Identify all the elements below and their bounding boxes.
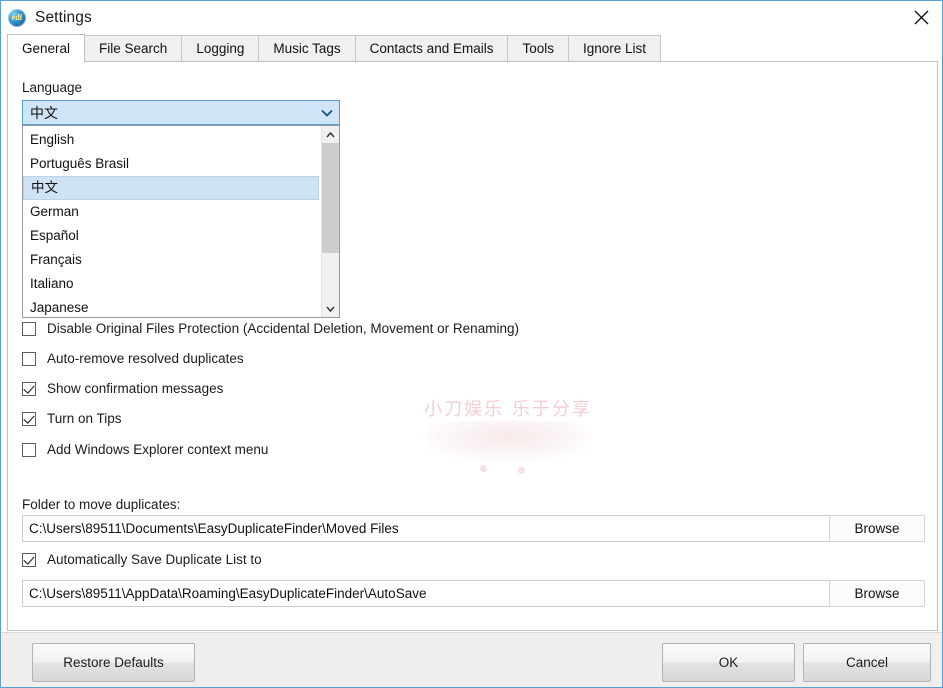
list-item[interactable]: Français xyxy=(23,248,321,272)
tab-music-tags[interactable]: Music Tags xyxy=(258,35,355,62)
footer-bar: Restore Defaults OK Cancel xyxy=(2,632,943,688)
watermark-text: 小刀娱乐 乐于分享 xyxy=(408,395,608,421)
watermark: 小刀娱乐 乐于分享 xyxy=(408,387,608,477)
checkbox-show-confirmation-messages[interactable]: Show confirmation messages xyxy=(22,381,223,396)
checkbox-label: Auto-remove resolved duplicates xyxy=(47,351,244,366)
checkbox-label: Show confirmation messages xyxy=(47,381,223,396)
scrollbar-thumb[interactable] xyxy=(322,143,339,253)
checkbox-box xyxy=(22,443,36,457)
tab-logging[interactable]: Logging xyxy=(181,35,259,62)
watermark-dot xyxy=(480,465,487,472)
checkbox-box xyxy=(22,352,36,366)
list-item-selected[interactable]: 中文 xyxy=(23,176,319,200)
watermark-graphic xyxy=(426,421,591,461)
checkbox-disable-original-files-protection[interactable]: Disable Original Files Protection (Accid… xyxy=(22,321,519,336)
list-item[interactable]: Italiano xyxy=(23,272,321,296)
move-folder-input[interactable]: C:\Users\89511\Documents\EasyDuplicateFi… xyxy=(22,515,925,542)
edf-logo-icon: edf xyxy=(8,9,26,27)
move-folder-browse-button[interactable]: Browse xyxy=(829,515,925,542)
scroll-up-icon[interactable] xyxy=(322,126,339,143)
autosave-browse-button[interactable]: Browse xyxy=(829,580,925,607)
tab-tools[interactable]: Tools xyxy=(507,35,569,62)
language-dropdown-list[interactable]: English Português Brasil 中文 German Españ… xyxy=(22,125,340,318)
chevron-down-icon xyxy=(315,109,339,117)
list-item[interactable]: Português Brasil xyxy=(23,152,321,176)
checkbox-add-windows-explorer-context-menu[interactable]: Add Windows Explorer context menu xyxy=(22,442,268,457)
list-item[interactable]: Español xyxy=(23,224,321,248)
tab-general[interactable]: General xyxy=(7,34,85,62)
list-item[interactable]: English xyxy=(23,128,321,152)
list-item[interactable]: Japanese xyxy=(23,296,321,318)
checkbox-box xyxy=(22,382,36,396)
checkbox-automatically-save-duplicate-list[interactable]: Automatically Save Duplicate List to xyxy=(22,552,262,567)
settings-window: edf Settings General File Search Logging… xyxy=(0,0,943,688)
tab-strip: General File Search Logging Music Tags C… xyxy=(1,34,943,62)
checkbox-box xyxy=(22,412,36,426)
checkbox-auto-remove-resolved-duplicates[interactable]: Auto-remove resolved duplicates xyxy=(22,351,244,366)
dropdown-scrollbar[interactable] xyxy=(321,126,339,317)
move-folder-label: Folder to move duplicates: xyxy=(22,497,180,512)
ok-button[interactable]: OK xyxy=(662,643,795,682)
checkbox-label: Turn on Tips xyxy=(47,411,122,426)
cancel-button[interactable]: Cancel xyxy=(803,643,931,682)
window-title: Settings xyxy=(35,9,92,27)
close-icon[interactable] xyxy=(898,1,943,33)
title-bar: edf Settings xyxy=(1,1,943,34)
autosave-path-input[interactable]: C:\Users\89511\AppData\Roaming\EasyDupli… xyxy=(22,580,925,607)
list-item[interactable]: German xyxy=(23,200,321,224)
checkbox-turn-on-tips[interactable]: Turn on Tips xyxy=(22,411,122,426)
language-combobox-value: 中文 xyxy=(23,103,315,123)
tab-file-search[interactable]: File Search xyxy=(84,35,182,62)
language-combobox[interactable]: 中文 xyxy=(22,100,340,125)
language-label: Language xyxy=(22,80,82,95)
tab-ignore-list[interactable]: Ignore List xyxy=(568,35,661,62)
checkbox-box xyxy=(22,553,36,567)
general-tab-panel: Language 中文 English Português Brasil 中文 … xyxy=(7,61,938,631)
scroll-down-icon[interactable] xyxy=(322,300,339,317)
checkbox-box xyxy=(22,322,36,336)
restore-defaults-button[interactable]: Restore Defaults xyxy=(32,643,195,682)
tab-contacts-and-emails[interactable]: Contacts and Emails xyxy=(355,35,509,62)
checkbox-label: Automatically Save Duplicate List to xyxy=(47,552,262,567)
checkbox-label: Add Windows Explorer context menu xyxy=(47,442,268,457)
watermark-dot xyxy=(518,467,525,474)
language-dropdown-items: English Português Brasil 中文 German Españ… xyxy=(23,126,321,317)
checkbox-label: Disable Original Files Protection (Accid… xyxy=(47,321,519,336)
